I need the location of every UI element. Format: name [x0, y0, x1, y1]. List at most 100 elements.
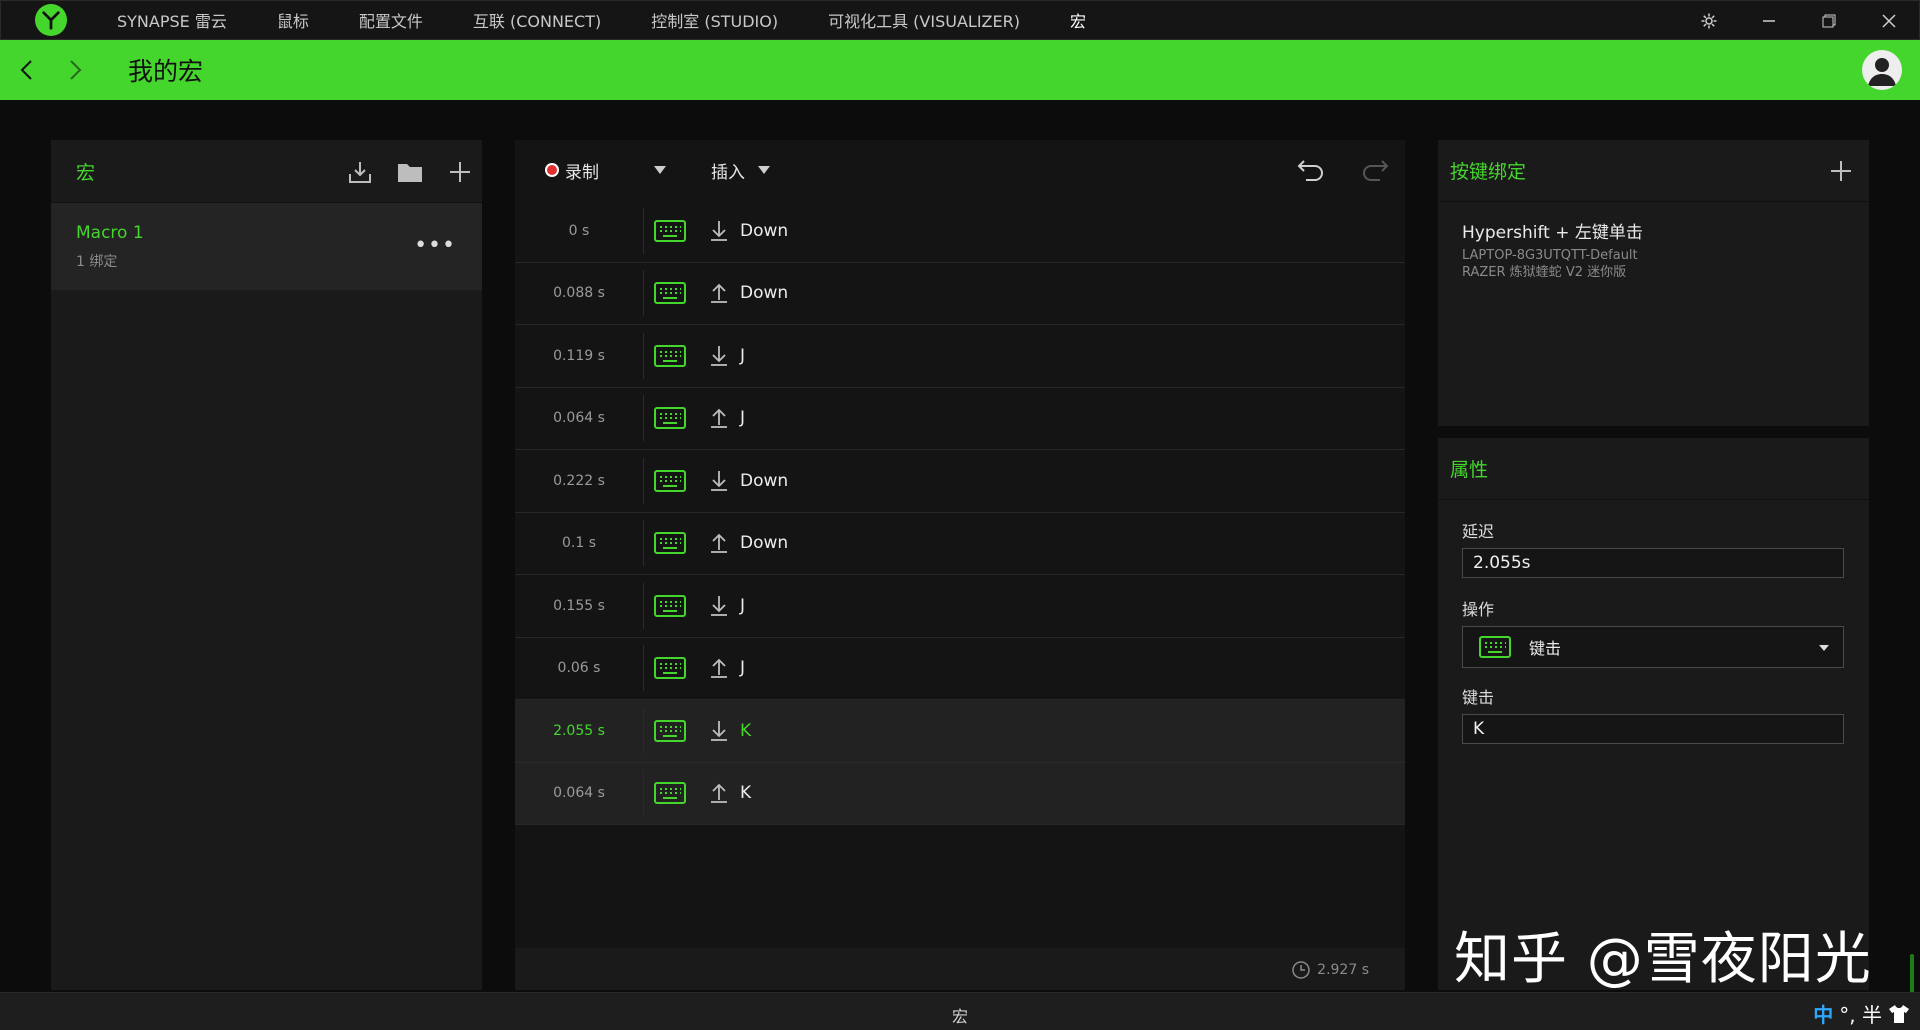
forward-arrow-icon[interactable] — [64, 58, 88, 82]
total-duration-value: 2.927 s — [1317, 962, 1369, 978]
record-options-chevron-down-icon[interactable] — [653, 163, 667, 177]
page-title: 我的宏 — [128, 57, 204, 86]
macro-event-list: 0 s Down 0.088 s Down 0.119 s J 0.064 s J 0.222 … — [515, 200, 1405, 825]
event-row[interactable]: 0.064 s K — [515, 762, 1405, 825]
divider — [643, 332, 644, 379]
event-delay: 0.06 s — [557, 660, 601, 677]
nav-mouse[interactable]: 鼠标 — [277, 8, 309, 32]
watermark: 知乎 @雪夜阳光 — [1454, 927, 1872, 992]
editor-footer: 2.927 s — [515, 948, 1405, 990]
delay-input[interactable] — [1462, 548, 1844, 578]
record-dot-icon[interactable] — [545, 163, 559, 177]
event-row[interactable]: 0.155 s J — [515, 575, 1405, 638]
event-key: J — [740, 408, 746, 429]
event-row[interactable]: 0.088 s Down — [515, 262, 1405, 325]
user-avatar-icon[interactable] — [1862, 50, 1902, 90]
nav-visualizer[interactable]: 可视化工具 (VISUALIZER) — [828, 8, 1020, 32]
key-up-arrow-icon — [708, 656, 730, 680]
key-up-arrow-icon — [708, 781, 730, 805]
macro-list-header: 宏 — [51, 140, 482, 202]
divider — [643, 770, 644, 817]
chevron-down-icon — [1817, 641, 1831, 655]
event-delay: 0.064 s — [553, 410, 605, 427]
close-icon[interactable] — [1859, 1, 1919, 41]
nav-connect[interactable]: 互联 (CONNECT) — [473, 8, 601, 32]
properties-title: 属性 — [1450, 459, 1489, 481]
event-key: Down — [740, 470, 789, 491]
action-select[interactable]: 键击 — [1462, 626, 1844, 668]
razer-logo-icon[interactable] — [35, 4, 67, 36]
event-row[interactable]: 0 s Down — [515, 200, 1405, 263]
key-down-arrow-icon — [708, 219, 730, 243]
action-value: 键击 — [1529, 639, 1562, 658]
status-bar: 宏 中 °, 半 — [0, 992, 1920, 1030]
keyboard-icon — [654, 344, 686, 367]
ime-indicator[interactable]: 中 °, 半 — [1813, 999, 1910, 1028]
event-row[interactable]: 0.1 s Down — [515, 512, 1405, 575]
more-options-icon[interactable]: ••• — [414, 233, 456, 258]
event-delay: 0.1 s — [561, 535, 596, 552]
window-controls — [1679, 1, 1919, 41]
clock-icon — [1292, 961, 1310, 979]
key-up-arrow-icon — [708, 281, 730, 305]
macro-list-item[interactable]: Macro 1 1 绑定 ••• — [51, 202, 482, 290]
keyboard-icon — [654, 782, 686, 805]
keyboard-icon — [654, 657, 686, 680]
keystroke-input[interactable] — [1462, 714, 1844, 744]
status-text: 宏 — [951, 1007, 968, 1026]
event-key: J — [740, 345, 746, 366]
insert-chevron-down-icon[interactable] — [757, 163, 771, 177]
event-key: K — [740, 783, 752, 804]
shirt-icon — [1889, 1004, 1909, 1023]
event-row[interactable]: 0.064 s J — [515, 387, 1405, 450]
settings-gear-icon[interactable] — [1679, 1, 1739, 41]
event-row[interactable]: 2.055 s K — [515, 700, 1405, 763]
event-delay: 0.119 s — [553, 347, 605, 364]
key-binding-title: 按键绑定 — [1450, 161, 1527, 183]
restore-icon[interactable] — [1799, 1, 1859, 41]
event-key: K — [740, 720, 752, 741]
undo-icon[interactable] — [1293, 152, 1329, 188]
delay-label: 延迟 — [1462, 522, 1495, 541]
key-down-arrow-icon — [708, 344, 730, 368]
event-delay: 0 s — [568, 222, 590, 239]
event-row[interactable]: 0.222 s Down — [515, 450, 1405, 513]
total-duration: 2.927 s — [1291, 960, 1369, 980]
event-key: J — [740, 595, 746, 616]
key-down-arrow-icon — [708, 719, 730, 743]
ime-mode: 中 — [1813, 1003, 1834, 1027]
event-row[interactable]: 0.119 s J — [515, 325, 1405, 388]
event-row[interactable]: 0.06 s J — [515, 637, 1405, 700]
macro-editor-panel: 录制 插入 0 s Down 0.088 s Down 0.119 s J 0.064 s J… — [515, 140, 1405, 948]
title-bar: SYNAPSE 雷云 鼠标 配置文件 互联 (CONNECT) 控制室 (STU… — [0, 0, 1920, 40]
nav-macro[interactable]: 宏 — [1070, 8, 1086, 32]
folder-icon[interactable] — [396, 158, 424, 186]
binding-entry[interactable]: Hypershift + 左键单击 — [1462, 218, 1869, 243]
import-icon[interactable] — [346, 158, 374, 186]
back-arrow-icon[interactable] — [14, 58, 38, 82]
nav-profiles[interactable]: 配置文件 — [359, 8, 423, 32]
divider — [643, 707, 644, 754]
nav-studio[interactable]: 控制室 (STUDIO) — [651, 8, 778, 32]
insert-button[interactable]: 插入 — [711, 158, 745, 183]
binding-profile: LAPTOP-8G3UTQTT-Default — [1462, 248, 1638, 263]
keystroke-label: 键击 — [1462, 688, 1495, 707]
properties-panel: 属性 延迟 操作 键击 键击 — [1438, 438, 1869, 990]
redo-icon[interactable] — [1357, 152, 1393, 188]
key-down-arrow-icon — [708, 594, 730, 618]
divider — [643, 520, 644, 567]
event-key: J — [740, 658, 746, 679]
event-delay: 2.055 s — [553, 722, 605, 739]
macro-list-title: 宏 — [76, 161, 96, 184]
add-macro-icon[interactable] — [446, 158, 474, 186]
editor-toolbar: 录制 插入 — [515, 140, 1405, 200]
record-button[interactable]: 录制 — [565, 158, 599, 183]
key-down-arrow-icon — [708, 469, 730, 493]
add-binding-icon[interactable] — [1827, 157, 1855, 185]
key-up-arrow-icon — [708, 531, 730, 555]
minimize-icon[interactable] — [1739, 1, 1799, 41]
nav-synapse[interactable]: SYNAPSE 雷云 — [117, 8, 227, 32]
keyboard-icon — [654, 407, 686, 430]
macro-list-panel: 宏 Macro 1 1 绑定 ••• — [51, 140, 482, 990]
keyboard-icon — [654, 469, 686, 492]
